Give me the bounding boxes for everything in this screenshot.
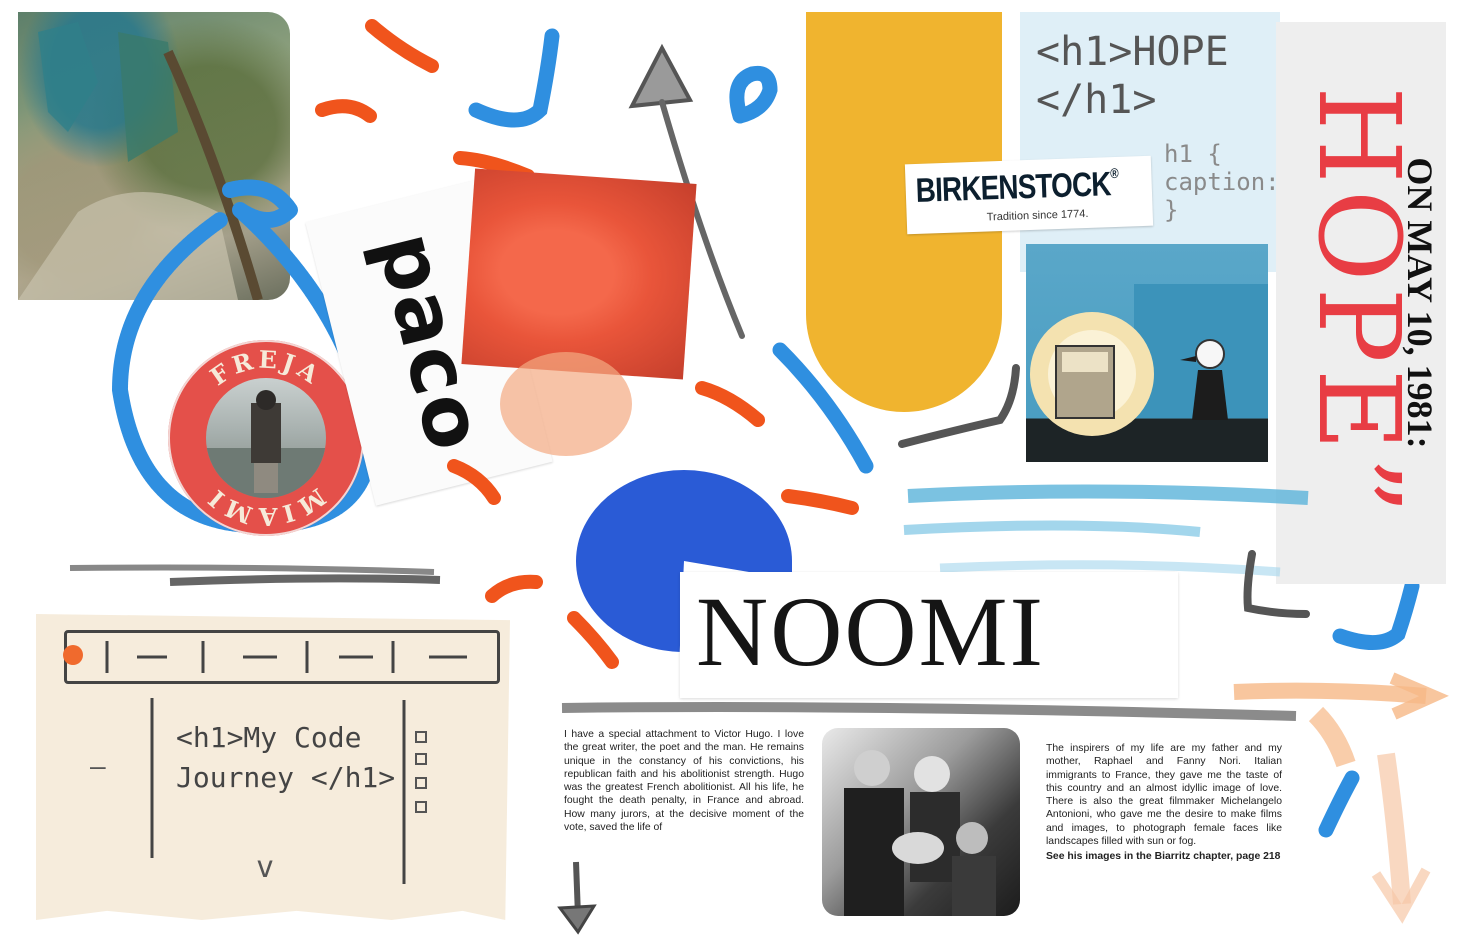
article-inspirers: The inspirers of my life are my father a…: [1046, 742, 1282, 864]
browser-sketch: <h1>My Code Journey </h1> — v: [36, 614, 510, 920]
grey-corner-mark: [1243, 550, 1310, 618]
h1-caption-line1: h1 {: [1164, 140, 1222, 168]
h1-hope-line2: </h1>: [1036, 77, 1157, 123]
birkenstock-logo: BIRKENSTOCK®: [915, 164, 1119, 210]
down-arrow-sketch: [557, 861, 597, 935]
family-photo: [822, 728, 1020, 916]
sketch-chevron-icon: v: [256, 850, 275, 885]
h1-caption-line2: caption:: [1164, 168, 1280, 196]
h1-caption-handwriting: h1 { caption: }: [1164, 140, 1280, 224]
noomi-label: NOOMI: [680, 572, 1178, 698]
hope-date-strip: ON MAY 10, 1981:: [1380, 22, 1446, 584]
grey-brush-stroke: [898, 364, 1020, 448]
grey-brush-line-left: [69, 564, 441, 586]
birkenstock-tagline: Tradition since 1774.: [986, 207, 1089, 224]
sketch-dash: —: [90, 752, 106, 782]
article-victor-hugo: I have a special attachment to Victor Hu…: [564, 728, 804, 856]
sketch-code-text: <h1>My Code Journey </h1>: [176, 721, 396, 794]
orange-fabric-cutout: [461, 168, 697, 380]
noomi-text: NOOMI: [696, 576, 1045, 687]
hope-date: ON MAY 10, 1981:: [1400, 157, 1440, 449]
peach-watercolor-blob: [500, 352, 632, 456]
jukebox-illustration: [1026, 244, 1268, 462]
birkenstock-label: BIRKENSTOCK® Tradition since 1774.: [904, 155, 1154, 235]
article-inspirers-body: The inspirers of my life are my father a…: [1046, 743, 1282, 848]
h1-caption-line3: }: [1164, 196, 1179, 224]
h1-hope-handwriting: <h1>HOPE </h1>: [1036, 28, 1229, 124]
article-see-link: See his images in the Biarritz chapter, …: [1046, 851, 1281, 863]
h1-hope-line1: <h1>HOPE: [1036, 29, 1229, 75]
